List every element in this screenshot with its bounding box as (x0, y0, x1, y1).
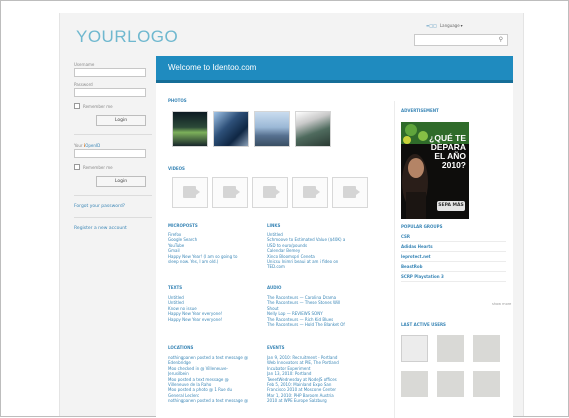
remember-me-checkbox[interactable] (74, 103, 80, 109)
photos-title: PHOTOS (168, 98, 187, 103)
register-link[interactable]: Register a new account (74, 226, 156, 231)
links-list: Untitled Schmoove to Estimated Value ($4… (267, 232, 387, 270)
events-list: Jan 9, 2010: Recruitment - Portland Web … (267, 355, 389, 404)
search-icon[interactable]: ⚲ (499, 36, 503, 43)
chevron-down-icon: ▾ (460, 23, 463, 28)
site-logo[interactable]: YOURLOGO (76, 27, 178, 47)
show-more-link[interactable]: show more (492, 302, 511, 306)
video-thumbnail[interactable] (252, 177, 288, 208)
openid-label: Your iOpenID (74, 143, 156, 148)
user-avatar[interactable] (401, 335, 428, 362)
video-thumbnail[interactable] (172, 177, 208, 208)
list-item[interactable]: TED.com (267, 264, 387, 269)
welcome-title: Welcome to Identoo.com (168, 63, 257, 72)
audio-list: The Raconteurs — Carolina Drama The Raco… (267, 295, 387, 327)
browser-frame: YOURLOGO ≡□□ Language▾ ⚲ Username Passwor… (0, 0, 569, 418)
list-item[interactable]: The Raconteurs — Hold The Blanket Of (267, 322, 387, 327)
username-field[interactable] (74, 68, 146, 77)
openid-logo-text: OpenID (85, 143, 101, 148)
column-divider (394, 101, 395, 418)
divider (74, 134, 152, 135)
advertisement-banner[interactable]: ¿QUÉ TE DEPARA EL AÑO 2010? SEPA MÁS (401, 122, 469, 219)
user-avatar[interactable] (473, 371, 500, 397)
login-button[interactable]: Login (96, 115, 146, 126)
remember-me-row: Remember me (74, 103, 156, 109)
group-item[interactable]: SCRP Playstation 3 (401, 272, 506, 282)
video-camera-icon (303, 186, 320, 198)
list-item[interactable]: Happy New Year everyone! (168, 317, 260, 322)
locations-list: nothingpanen posted a text message @ Ede… (168, 355, 264, 404)
username-label: Username (74, 62, 95, 67)
openid-label-pre: Your (74, 143, 83, 148)
openid-remember-checkbox[interactable] (74, 164, 80, 170)
group-item[interactable]: CSR (401, 232, 506, 242)
login-sidebar: Username Password Remember me Login Your… (74, 57, 156, 231)
microposts-list: Firefox Google Search YouTube Gmail Happ… (168, 232, 260, 264)
welcome-banner: Welcome to Identoo.com (156, 56, 513, 83)
photo-thumbnail[interactable] (254, 111, 290, 147)
ad-headline: ¿QUÉ TE DEPARA EL AÑO 2010? (429, 133, 466, 170)
user-avatar[interactable] (473, 335, 500, 362)
divider (74, 195, 152, 196)
links-title: LINKS (267, 223, 281, 228)
openid-field[interactable] (74, 149, 146, 158)
list-item[interactable]: 2010 at WPE Europe Salzburg (267, 398, 389, 403)
main-panel: Welcome to Identoo.com PHOTOS VIDEOS MIC… (156, 56, 513, 418)
password-label: Password (74, 82, 93, 87)
photo-thumbnail[interactable] (295, 111, 331, 147)
video-thumbnail[interactable] (332, 177, 368, 208)
photo-thumbnail[interactable] (172, 111, 208, 147)
user-avatar[interactable] (437, 335, 464, 362)
group-item[interactable]: Adidas Hearts (401, 242, 506, 252)
list-item[interactable]: sleep now. Yes, I am old.) (168, 259, 260, 264)
locations-title: LOCATIONS (168, 345, 194, 350)
list-item[interactable]: nothingpanen posted a text message @ (168, 398, 264, 403)
openid-remember-label: Remember me (83, 164, 113, 170)
user-avatar[interactable] (401, 371, 428, 397)
group-item[interactable]: BeastRob (401, 262, 506, 272)
video-camera-icon (223, 186, 240, 198)
popular-groups-title: POPULAR GROUPS (401, 224, 443, 229)
remember-me-label: Remember me (83, 103, 113, 109)
search-input[interactable]: ⚲ (414, 34, 508, 46)
videos-title: VIDEOS (168, 166, 185, 171)
microposts-title: MICROPOSTS (168, 223, 198, 228)
texts-title: TEXTS (168, 285, 183, 290)
video-camera-icon (183, 186, 200, 198)
captcha-icon: ≡□□ (426, 23, 437, 28)
texts-list: Untitled Untitled Know no issue Happy Ne… (168, 295, 260, 322)
last-active-users-title: LAST ACTIVE USERS (401, 322, 446, 327)
ad-button[interactable]: SEPA MÁS (437, 201, 465, 211)
page-container: YOURLOGO ≡□□ Language▾ ⚲ Username Passwor… (59, 13, 524, 418)
group-item[interactable]: leprotect.net (401, 252, 506, 262)
popular-groups-list: CSR Adidas Hearts leprotect.net BeastRob… (401, 232, 506, 282)
language-label: Language (439, 23, 460, 28)
openid-remember-row: Remember me (74, 164, 156, 170)
video-thumbnail[interactable] (212, 177, 248, 208)
video-camera-icon (343, 186, 360, 198)
language-selector[interactable]: ≡□□ Language▾ (426, 23, 463, 28)
photo-thumbnail[interactable] (213, 111, 249, 147)
password-field[interactable] (74, 88, 146, 97)
video-thumbnail[interactable] (292, 177, 328, 208)
audio-title: AUDIO (267, 285, 282, 290)
divider (74, 217, 152, 218)
user-avatar[interactable] (437, 371, 464, 397)
forgot-password-link[interactable]: Forgot your password? (74, 204, 156, 209)
advertisement-title: ADVERTISEMENT (401, 108, 439, 113)
video-camera-icon (263, 186, 280, 198)
openid-login-button[interactable]: Login (96, 176, 146, 187)
events-title: EVENTS (267, 345, 285, 350)
